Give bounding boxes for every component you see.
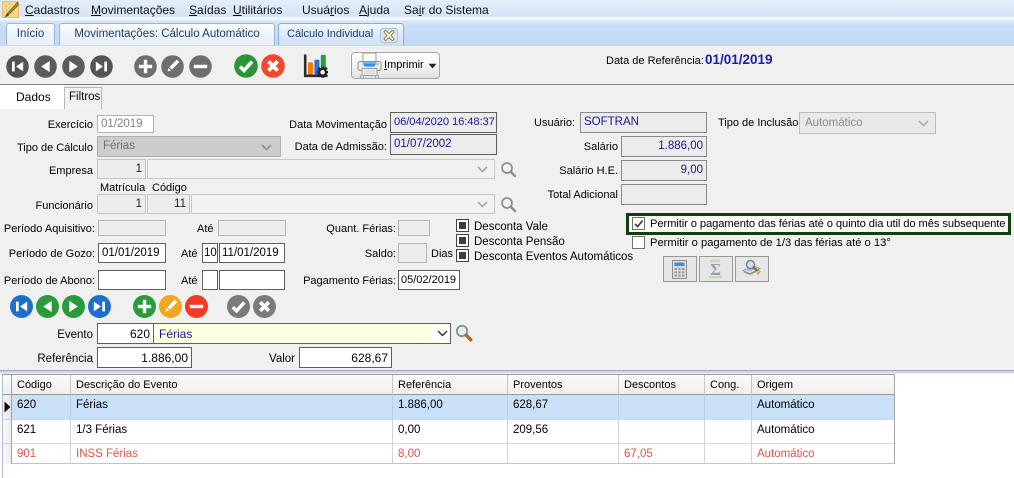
svg-text:Σ: Σ [710,260,721,279]
